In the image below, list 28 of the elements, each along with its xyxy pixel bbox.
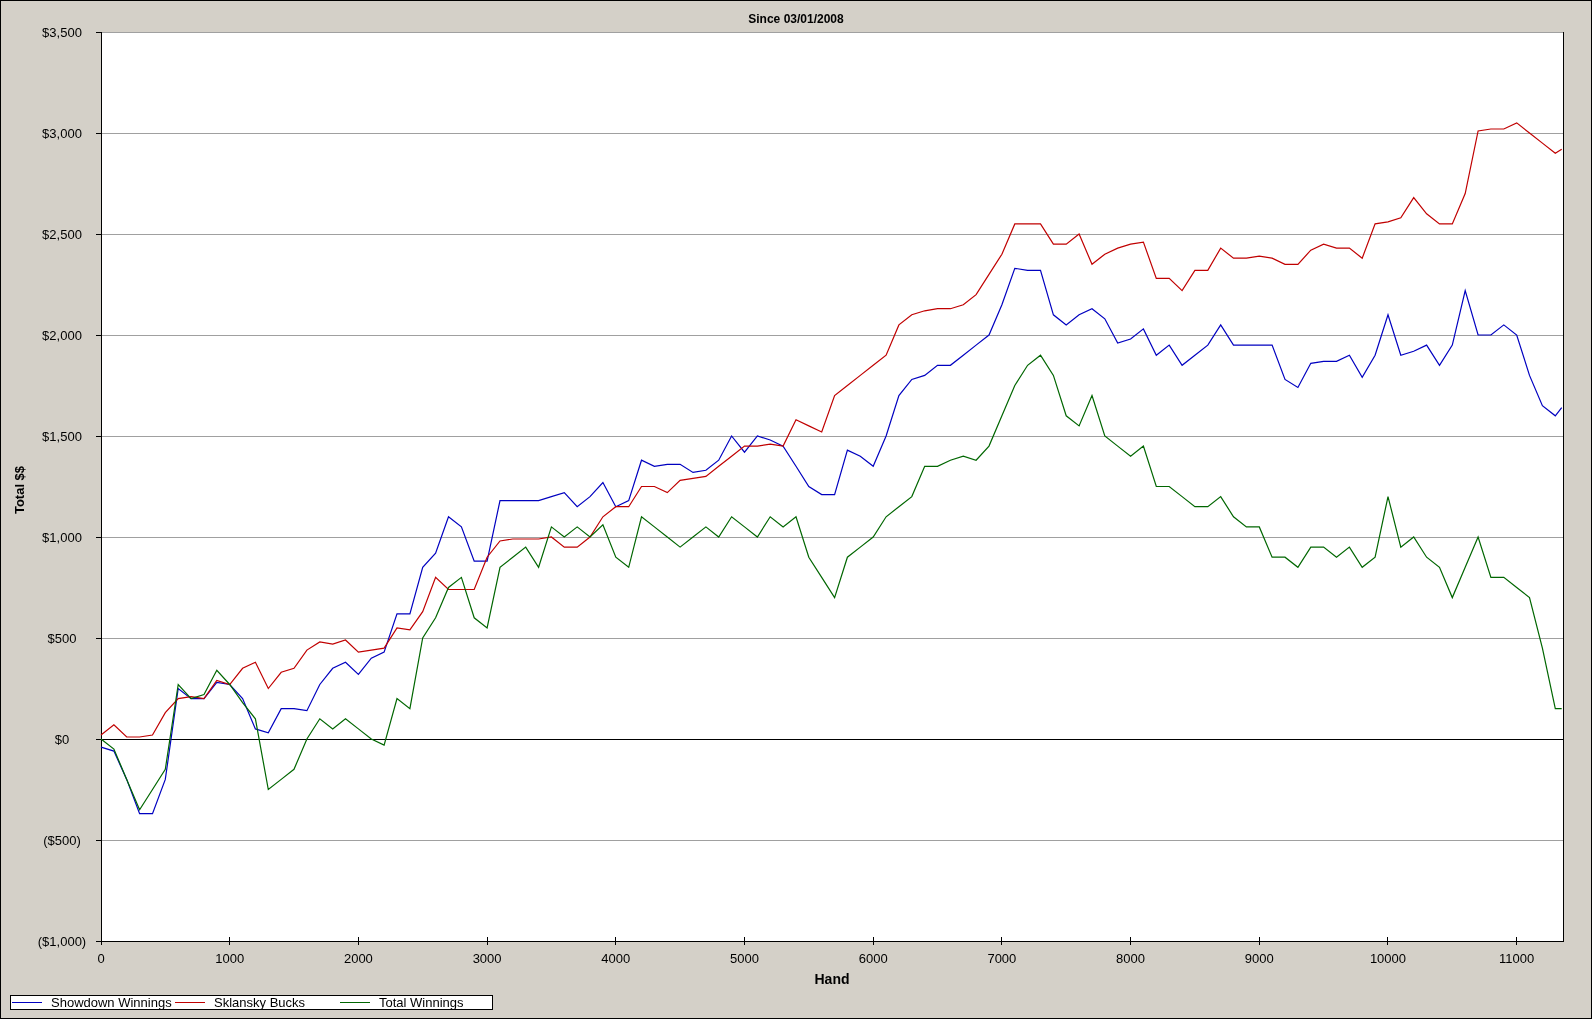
legend-label: Sklansky Bucks [214,996,306,1009]
y-tick-label: $3,000 [42,125,82,141]
x-tick-label: 7000 [987,950,1017,966]
x-tick-label: 0 [97,950,105,966]
y-tick-label: ($500) [43,832,81,848]
y-tick-label: $2,000 [42,327,82,343]
y-tick-label: ($1,000) [37,933,87,949]
x-tick-label: 8000 [1116,950,1146,966]
y-tick-label: $0 [54,731,70,747]
x-tick-label: 3000 [472,950,502,966]
y-tick-label: $3,500 [42,27,82,40]
x-tick-label: 1000 [215,950,245,966]
x-tick-label: 10000 [1369,950,1407,966]
y-tick-label: $1,000 [42,529,82,545]
legend-label: Showdown Winnings [51,996,172,1009]
x-tick-label: 9000 [1244,950,1274,966]
x-axis-label: Hand [814,971,850,986]
x-tick-label: 5000 [730,950,759,966]
y-tick-label: $1,500 [42,428,82,444]
x-tick-label: 6000 [858,950,888,966]
y-tick-label: $2,500 [42,226,82,242]
y-tick-label: $500 [47,630,77,646]
x-tick-label: 4000 [601,950,631,966]
chart-title: Since 03/01/2008 [748,12,844,27]
x-tick-label: 11000 [1499,950,1535,966]
legend-label: Total Winnings [379,996,464,1009]
x-tick-label: 2000 [343,950,373,966]
y-axis-label: Total $$ [11,465,27,515]
